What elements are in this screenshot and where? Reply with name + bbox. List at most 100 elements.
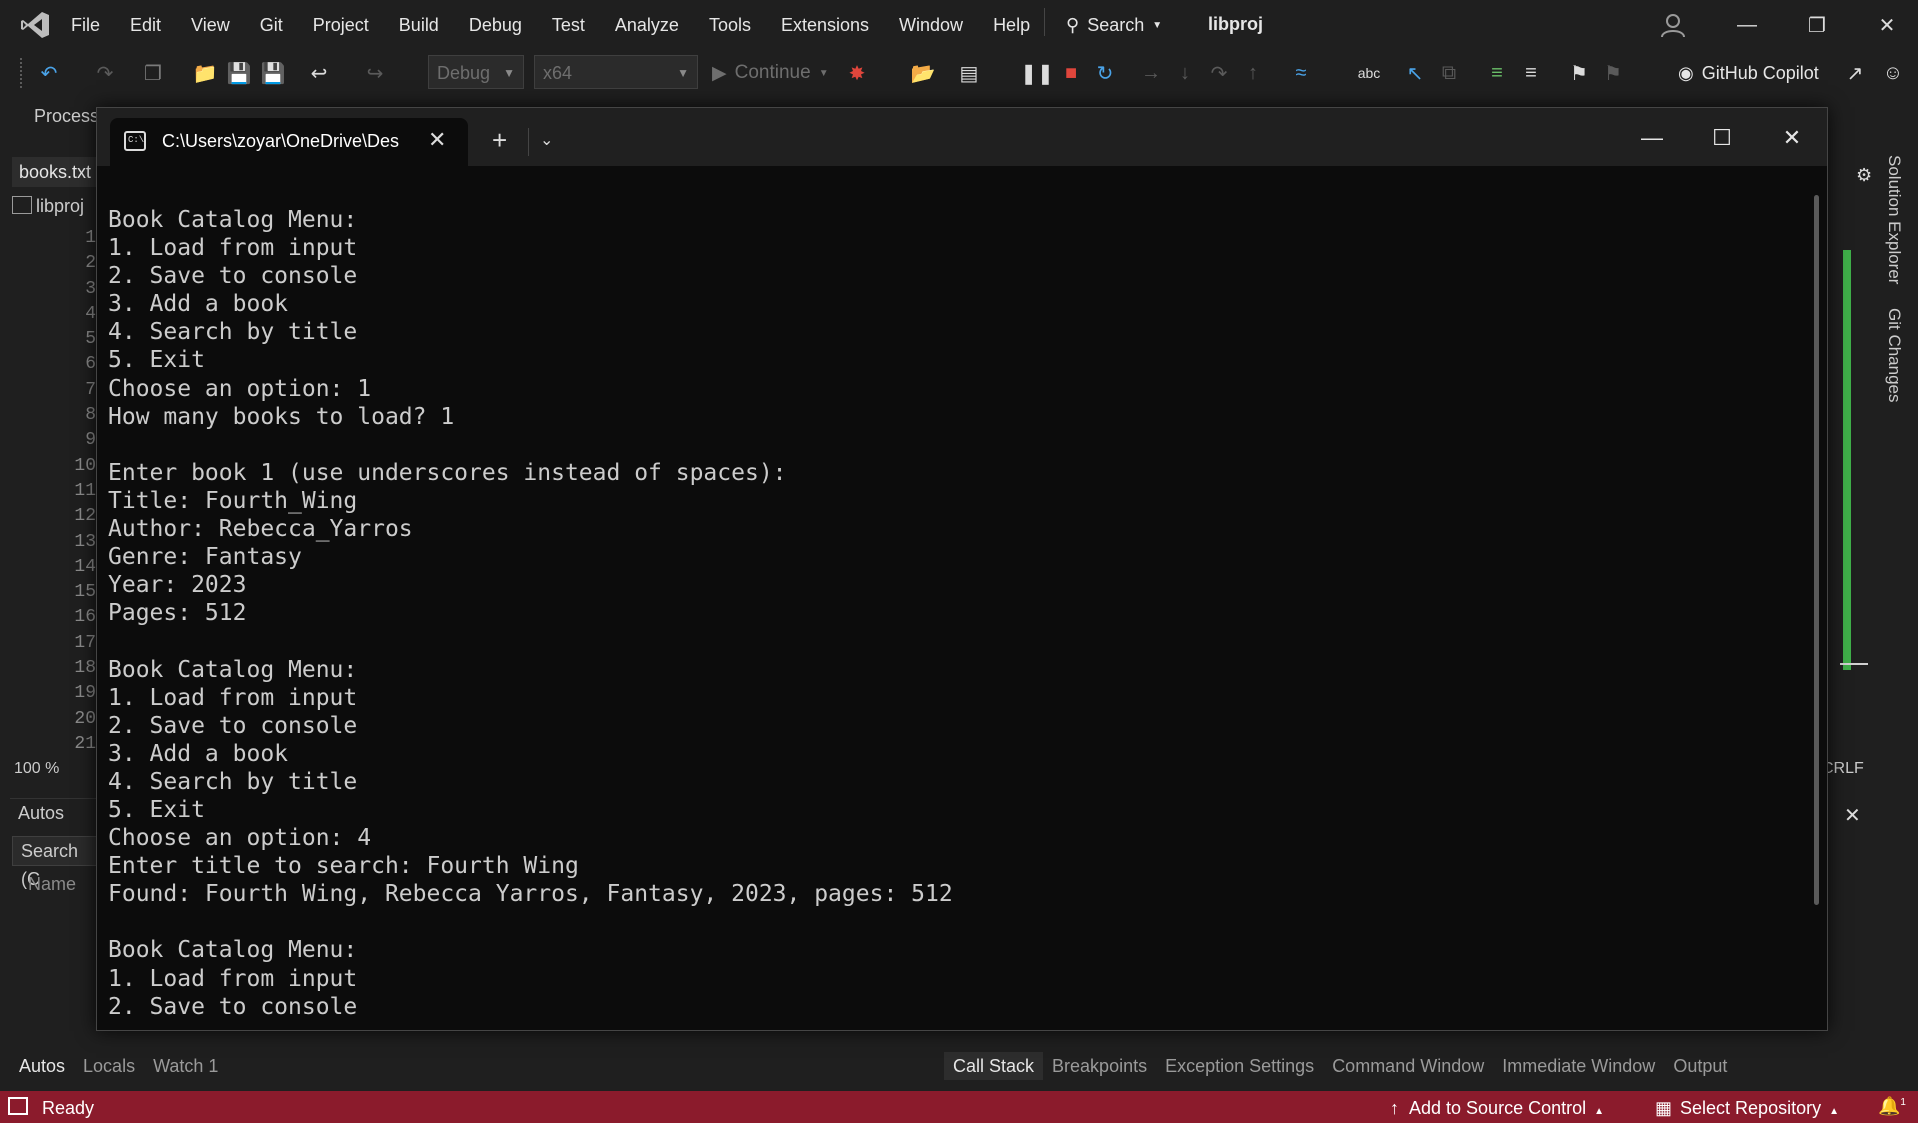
tab-breakpoints[interactable]: Breakpoints [1043, 1052, 1156, 1080]
terminal-line: Book Catalog Menu: [108, 207, 358, 233]
continue-button[interactable]: ▶ Continue ▼ [712, 58, 829, 88]
tab-immediate-window[interactable]: Immediate Window [1493, 1052, 1664, 1080]
minimize-button[interactable]: — [1712, 0, 1782, 50]
menu-item-git[interactable]: Git [245, 0, 298, 50]
platform-value: x64 [543, 63, 573, 83]
line-number: 21 [74, 733, 96, 754]
menu-item-window[interactable]: Window [884, 0, 978, 50]
terminal-minimize-button[interactable]: — [1622, 120, 1682, 156]
tab-autos[interactable]: Autos [10, 1052, 74, 1080]
terminal-line: Pages: 512 [108, 600, 247, 627]
outdent-icon[interactable]: ≡ [1518, 60, 1544, 86]
code-map-icon[interactable]: ≈ [1288, 60, 1314, 86]
menu-item-extensions[interactable]: Extensions [766, 0, 884, 50]
menu-item-help[interactable]: Help [978, 0, 1045, 50]
solution-platform-dropdown[interactable]: x64 ▼ [534, 55, 698, 89]
repository-icon: ▦ [1655, 1098, 1673, 1118]
menu-item-view[interactable]: View [176, 0, 245, 50]
show-next-statement-icon[interactable]: → [1138, 60, 1164, 86]
tab-call-stack[interactable]: Call Stack [944, 1052, 1044, 1080]
feedback-icon[interactable]: ☺ [1880, 60, 1906, 86]
forward-icon[interactable]: ↷ [92, 60, 118, 86]
copy-icon[interactable]: ⧉ [1436, 60, 1462, 86]
tab-command-window[interactable]: Command Window [1323, 1052, 1493, 1080]
debug-tabs-right: Call Stack Breakpoints Exception Settings C… [944, 1052, 1736, 1080]
undo-icon[interactable]: ↩ [306, 60, 332, 86]
menu-item-tools[interactable]: Tools [694, 0, 766, 50]
menu-item-analyze[interactable]: Analyze [600, 0, 694, 50]
stop-icon[interactable]: ■ [1058, 60, 1084, 86]
line-ending-indicator[interactable]: CRLF [1822, 760, 1864, 778]
autos-search-input[interactable]: Search (C [12, 836, 102, 889]
tab-watch-1[interactable]: Watch 1 [144, 1052, 227, 1080]
settings-icon[interactable]: ⚙ [1856, 165, 1872, 186]
step-out-icon[interactable]: ↑ [1240, 60, 1266, 86]
terminal-line: Title: Fourth_Wing [108, 487, 358, 514]
hot-reload-icon[interactable]: ✸ [844, 60, 870, 86]
line-number: 15 [74, 582, 96, 603]
terminal-scrollbar[interactable] [1814, 195, 1819, 905]
restart-icon[interactable]: ↻ [1092, 60, 1118, 86]
redo-icon[interactable]: ↪ [362, 60, 388, 86]
menu-item-project[interactable]: Project [298, 0, 384, 50]
step-over-icon[interactable]: ↷ [1206, 60, 1232, 86]
solution-explorer-tab[interactable]: Solution Explorer [1884, 155, 1904, 284]
tab-output[interactable]: Output [1664, 1052, 1736, 1080]
editor-scroll-mark [1840, 663, 1868, 665]
menu-item-file[interactable]: File [56, 0, 115, 50]
terminal-line: 4. Search by title [108, 768, 358, 795]
back-icon[interactable]: ↶ [36, 60, 62, 86]
chevron-up-icon: ▲ [1594, 1106, 1605, 1117]
close-panel-icon[interactable]: ✕ [1844, 803, 1861, 828]
add-to-source-control-button[interactable]: ↑ Add to Source Control ▲ [1390, 1098, 1604, 1119]
project-navigation-bar[interactable]: libproj [12, 196, 84, 217]
restore-button[interactable]: ❐ [1782, 0, 1852, 50]
menu-item-edit[interactable]: Edit [115, 0, 176, 50]
terminal-maximize-button[interactable]: ☐ [1692, 120, 1752, 156]
share-icon[interactable]: ↗ [1842, 60, 1868, 86]
bookmark-next-icon[interactable]: ⚑ [1600, 60, 1626, 86]
editor-scroll-indicator [1843, 250, 1851, 670]
git-changes-tab[interactable]: Git Changes [1884, 308, 1904, 403]
chevron-down-icon: ▼ [677, 66, 689, 80]
close-tab-icon[interactable]: ✕ [428, 127, 446, 153]
indent-icon[interactable]: ≡ [1484, 60, 1510, 86]
account-icon[interactable] [1660, 12, 1686, 38]
step-into-icon[interactable]: ↓ [1172, 60, 1198, 86]
pause-icon[interactable]: ❚❚ [1020, 60, 1054, 86]
chevron-down-icon[interactable]: ⌄ [540, 130, 553, 150]
notifications-bell-icon[interactable]: 🔔1 [1878, 1096, 1906, 1117]
search-label: Search [1087, 14, 1145, 35]
menu-item-debug[interactable]: Debug [454, 0, 537, 50]
project-icon [12, 196, 32, 214]
toolbar-grip[interactable] [20, 58, 25, 88]
tab-books-txt[interactable]: books.txt [12, 157, 98, 187]
save-all-icon[interactable]: 💾 [260, 60, 286, 86]
bookmark-icon[interactable]: ⚑ [1566, 60, 1592, 86]
terminal-output[interactable]: Book Catalog Menu: 1. Load from input 2. S… [108, 206, 1808, 1021]
close-button[interactable]: ✕ [1852, 0, 1918, 50]
play-icon: ▶ [712, 62, 727, 84]
spell-check-icon[interactable]: abc [1356, 60, 1382, 86]
zoom-level[interactable]: 100 % [14, 760, 59, 778]
tab-exception-settings[interactable]: Exception Settings [1156, 1052, 1323, 1080]
open-folder-icon[interactable]: 📁 [192, 60, 218, 86]
open-folder-search-icon[interactable]: 📂 [910, 60, 936, 86]
terminal-close-button[interactable]: ✕ [1762, 120, 1822, 156]
new-project-icon[interactable]: ❐ [140, 60, 166, 86]
menu-item-build[interactable]: Build [384, 0, 454, 50]
search-box[interactable]: ⚲ Search ▼ [1066, 10, 1162, 40]
github-copilot-button[interactable]: ◉ GitHub Copilot [1678, 58, 1819, 88]
autos-column-name[interactable]: Name [28, 874, 76, 895]
tab-locals[interactable]: Locals [74, 1052, 144, 1080]
save-icon[interactable]: 💾 [226, 60, 252, 86]
menu-separator [1044, 8, 1045, 36]
select-repository-button[interactable]: ▦ Select Repository ▲ [1655, 1098, 1839, 1119]
solution-configuration-dropdown[interactable]: Debug ▼ [428, 55, 524, 89]
menu-item-test[interactable]: Test [537, 0, 600, 50]
new-tab-icon[interactable]: + [492, 125, 507, 156]
diagnostics-icon[interactable]: ▤ [956, 60, 982, 86]
cursor-select-icon[interactable]: ↖ [1402, 60, 1428, 86]
terminal-line: 2. Save to console [108, 263, 358, 290]
